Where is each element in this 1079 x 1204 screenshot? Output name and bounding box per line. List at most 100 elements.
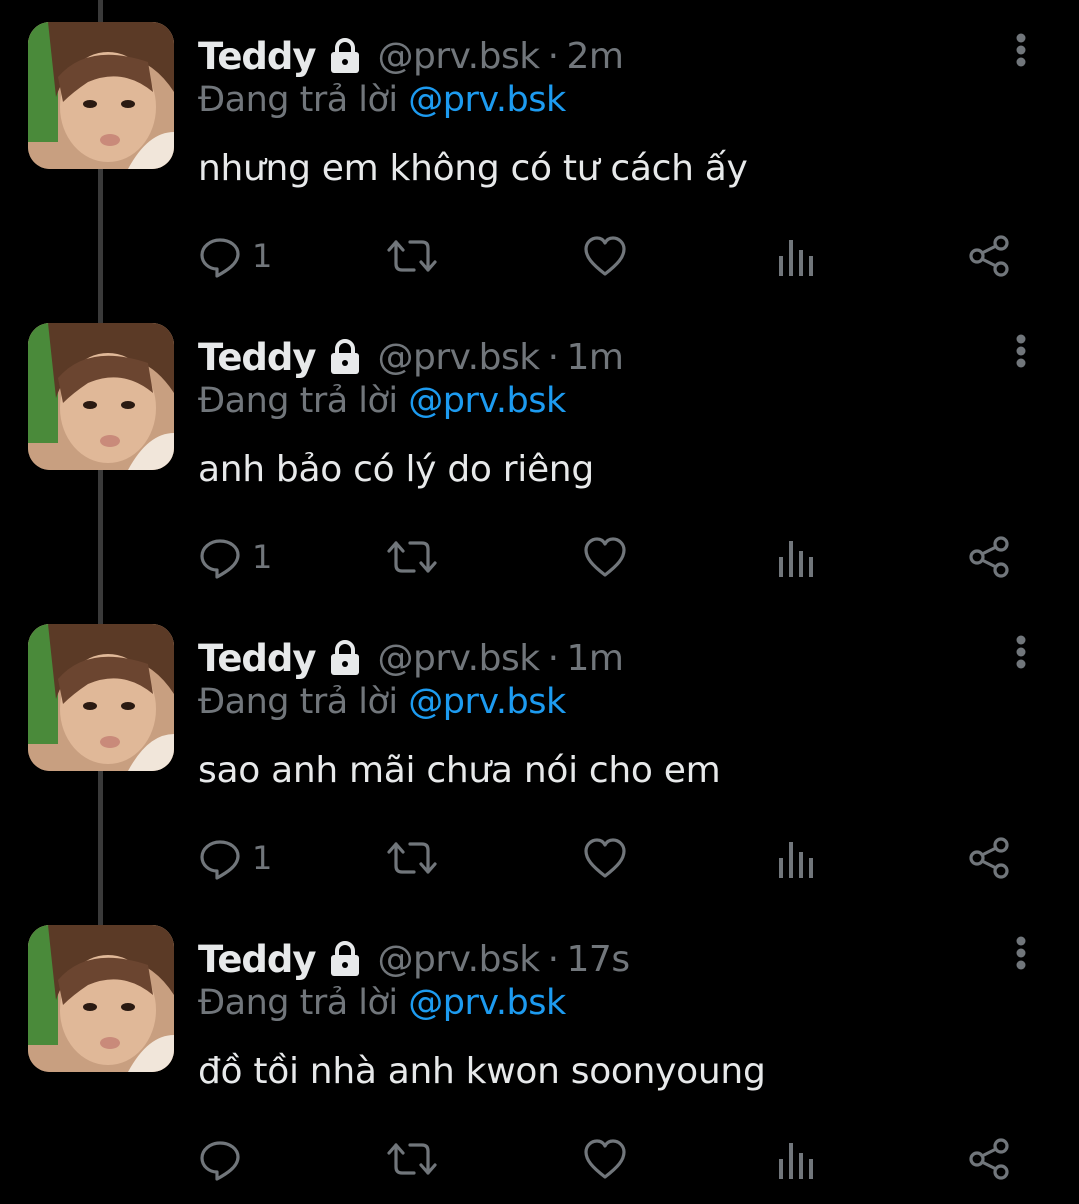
replying-to-label: Đang trả lời	[198, 80, 398, 120]
timestamp[interactable]: 2m	[567, 36, 624, 77]
action-bar: 1	[198, 830, 1028, 886]
action-bar: 1	[198, 529, 1028, 585]
handle[interactable]: @prv.bsk	[378, 939, 541, 980]
timestamp[interactable]: 17s	[567, 939, 631, 980]
share-button[interactable]	[968, 228, 1012, 284]
handle[interactable]: @prv.bsk	[378, 36, 541, 77]
replying-to-handle[interactable]: @prv.bsk	[408, 381, 566, 421]
display-name[interactable]: Teddy	[198, 938, 317, 981]
lock-icon	[326, 338, 364, 376]
heart-icon	[582, 1137, 628, 1181]
heart-icon	[582, 836, 628, 880]
replying-to-handle[interactable]: @prv.bsk	[408, 682, 566, 722]
retweet-button[interactable]	[386, 529, 438, 585]
reply-button[interactable]: 1	[198, 529, 272, 585]
tweet-text: sao anh mãi chưa nói cho em	[198, 750, 721, 791]
lock-icon	[326, 940, 364, 978]
views-button[interactable]	[776, 830, 816, 886]
reply-icon	[198, 234, 242, 278]
tweet[interactable]: Teddy @prv.bsk · 2m Đang trả lời @prv.bs…	[0, 0, 1079, 301]
retweet-button[interactable]	[386, 228, 438, 284]
tweet[interactable]: Teddy @prv.bsk · 17s Đang trả lời @prv.b…	[0, 903, 1079, 1204]
retweet-button[interactable]	[386, 830, 438, 886]
avatar[interactable]	[28, 925, 174, 1072]
handle[interactable]: @prv.bsk	[378, 638, 541, 679]
retweet-icon	[386, 1137, 438, 1181]
views-button[interactable]	[776, 1131, 816, 1187]
separator: ·	[547, 938, 559, 980]
reply-count: 1	[252, 839, 273, 877]
retweet-icon	[386, 836, 438, 880]
like-button[interactable]	[582, 1131, 628, 1187]
reply-icon	[198, 535, 242, 579]
tweet-header: Teddy @prv.bsk · 17s	[198, 931, 630, 987]
avatar[interactable]	[28, 624, 174, 771]
handle[interactable]: @prv.bsk	[378, 337, 541, 378]
reply-button[interactable]	[198, 1131, 252, 1187]
retweet-icon	[386, 234, 438, 278]
more-vertical-icon[interactable]	[1006, 933, 1036, 973]
reply-count: 1	[252, 538, 273, 576]
replying-to: Đang trả lời @prv.bsk	[198, 80, 566, 120]
reply-count: 1	[252, 237, 273, 275]
views-button[interactable]	[776, 228, 816, 284]
display-name[interactable]: Teddy	[198, 336, 317, 379]
reply-button[interactable]: 1	[198, 228, 272, 284]
timestamp[interactable]: 1m	[567, 337, 624, 378]
avatar-image	[28, 624, 174, 771]
avatar-image	[28, 925, 174, 1072]
reply-icon	[198, 836, 242, 880]
replying-to-label: Đang trả lời	[198, 983, 398, 1023]
action-bar: 1	[198, 228, 1028, 284]
reply-icon	[198, 1137, 242, 1181]
separator: ·	[547, 336, 559, 378]
like-button[interactable]	[582, 830, 628, 886]
display-name[interactable]: Teddy	[198, 637, 317, 680]
more-vertical-icon[interactable]	[1006, 632, 1036, 672]
views-icon	[776, 535, 816, 579]
action-bar	[198, 1131, 1028, 1187]
views-icon	[776, 1137, 816, 1181]
replying-to-handle[interactable]: @prv.bsk	[408, 983, 566, 1023]
timestamp[interactable]: 1m	[567, 638, 624, 679]
replying-to-label: Đang trả lời	[198, 682, 398, 722]
tweet-header: Teddy @prv.bsk · 2m	[198, 28, 624, 84]
tweet[interactable]: Teddy @prv.bsk · 1m Đang trả lời @prv.bs…	[0, 602, 1079, 903]
views-button[interactable]	[776, 529, 816, 585]
heart-icon	[582, 535, 628, 579]
share-icon	[968, 234, 1012, 278]
views-icon	[776, 836, 816, 880]
retweet-button[interactable]	[386, 1131, 438, 1187]
views-icon	[776, 234, 816, 278]
replying-to: Đang trả lời @prv.bsk	[198, 682, 566, 722]
tweet-text: nhưng em không có tư cách ấy	[198, 148, 748, 189]
share-icon	[968, 535, 1012, 579]
separator: ·	[547, 637, 559, 679]
lock-icon	[326, 639, 364, 677]
more-vertical-icon[interactable]	[1006, 331, 1036, 371]
like-button[interactable]	[582, 228, 628, 284]
share-button[interactable]	[968, 1131, 1012, 1187]
more-vertical-icon[interactable]	[1006, 30, 1036, 70]
replying-to: Đang trả lời @prv.bsk	[198, 983, 566, 1023]
reply-button[interactable]: 1	[198, 830, 272, 886]
share-button[interactable]	[968, 529, 1012, 585]
like-button[interactable]	[582, 529, 628, 585]
tweet-header: Teddy @prv.bsk · 1m	[198, 329, 624, 385]
heart-icon	[582, 234, 628, 278]
replying-to-handle[interactable]: @prv.bsk	[408, 80, 566, 120]
share-button[interactable]	[968, 830, 1012, 886]
tweet-header: Teddy @prv.bsk · 1m	[198, 630, 624, 686]
replying-to: Đang trả lời @prv.bsk	[198, 381, 566, 421]
replying-to-label: Đang trả lời	[198, 381, 398, 421]
display-name[interactable]: Teddy	[198, 35, 317, 78]
share-icon	[968, 836, 1012, 880]
avatar[interactable]	[28, 22, 174, 169]
tweet-text: anh bảo có lý do riêng	[198, 449, 594, 490]
tweet[interactable]: Teddy @prv.bsk · 1m Đang trả lời @prv.bs…	[0, 301, 1079, 602]
share-icon	[968, 1137, 1012, 1181]
lock-icon	[326, 37, 364, 75]
separator: ·	[547, 35, 559, 77]
tweet-text: đồ tồi nhà anh kwon soonyoung	[198, 1051, 766, 1092]
avatar[interactable]	[28, 323, 174, 470]
